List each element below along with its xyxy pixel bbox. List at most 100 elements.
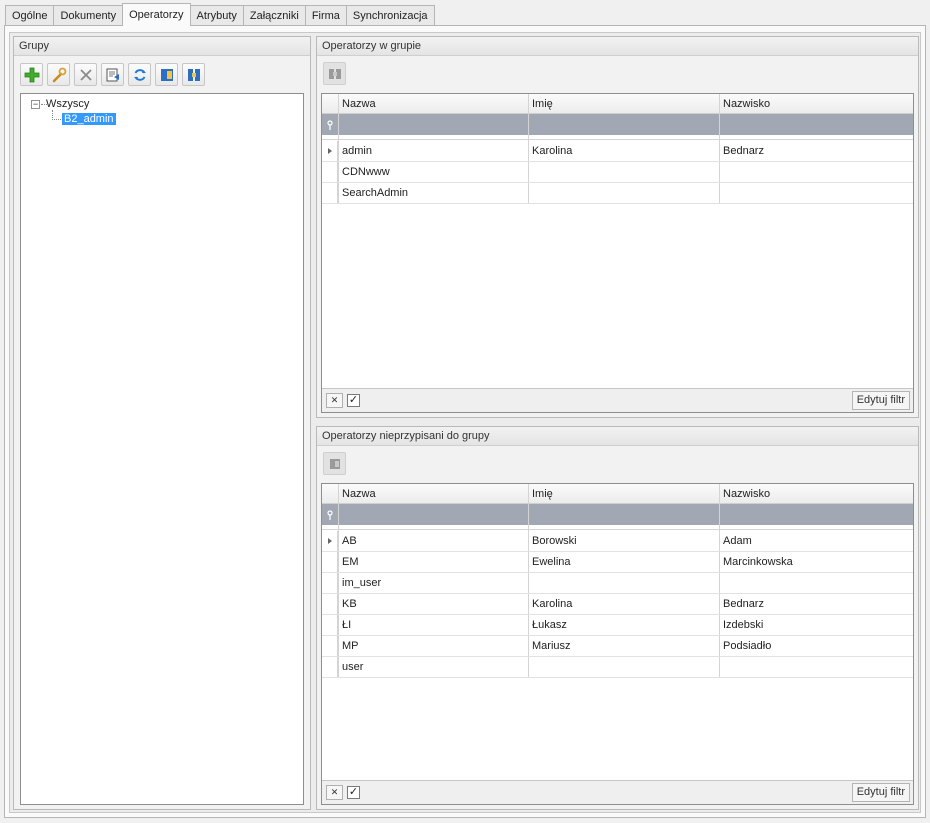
tab-page-operatorzy: Grupy − Wszyscy B2_admin Operatorzy w gr…: [4, 25, 926, 818]
collapse-expander-icon[interactable]: −: [31, 100, 40, 109]
in-group-title: Operatorzy w grupie: [317, 37, 918, 56]
groups-panel: Grupy − Wszyscy B2_admin: [13, 36, 311, 810]
cell-nazwisko: Izdebski: [723, 619, 764, 631]
not-in-group-grid: Nazwa Imię Nazwisko AB Borowski Adam EM Ewel…: [321, 483, 914, 805]
filter-pin-icon: [327, 120, 333, 130]
table-row[interactable]: EM Ewelina Marcinkowska: [322, 552, 913, 573]
row-indicator[interactable]: [322, 615, 338, 636]
cell-imie: Karolina: [532, 598, 573, 610]
tree-node-root[interactable]: Wszyscy: [46, 96, 89, 112]
remove-from-group-button[interactable]: [323, 62, 346, 85]
groups-tree[interactable]: − Wszyscy B2_admin: [20, 93, 304, 805]
tab-dokumenty[interactable]: Dokumenty: [53, 5, 124, 26]
col-header-nazwa[interactable]: Nazwa: [339, 94, 376, 114]
cell-imie: Ewelina: [532, 556, 571, 568]
table-row[interactable]: CDNwww: [322, 162, 913, 183]
col-header-nazwa[interactable]: Nazwa: [339, 484, 376, 504]
add-operator-icon: [329, 458, 340, 469]
table-row[interactable]: user: [322, 657, 913, 678]
clear-filter-button[interactable]: ✕: [326, 785, 343, 800]
tab-zalaczniki[interactable]: Załączniki: [242, 5, 306, 26]
row-indicator[interactable]: [322, 636, 338, 657]
cell-nazwisko: Marcinkowska: [723, 556, 793, 568]
cell-nazwa: CDNwww: [342, 166, 390, 178]
filter-enabled-checkbox[interactable]: ✓: [347, 394, 360, 407]
assign-icon: [187, 68, 200, 81]
refresh-button[interactable]: [128, 63, 151, 86]
row-indicator[interactable]: [322, 657, 338, 678]
col-header-nazwisko[interactable]: Nazwisko: [720, 484, 770, 504]
row-indicator[interactable]: [322, 594, 338, 615]
grid-separator: [322, 525, 913, 530]
tab-operatorzy[interactable]: Operatorzy: [122, 3, 191, 26]
assign-button[interactable]: [182, 63, 205, 86]
cell-nazwa: SearchAdmin: [342, 187, 409, 199]
cell-nazwa: admin: [342, 145, 372, 157]
cell-nazwisko: Podsiadło: [723, 640, 772, 652]
cell-nazwa: AB: [342, 535, 357, 547]
tree-node-label: B2_admin: [62, 113, 116, 125]
tree-node-b2-admin[interactable]: B2_admin: [62, 111, 116, 127]
cell-nazwisko: Bednarz: [723, 145, 764, 157]
auto-filter-row[interactable]: [322, 504, 913, 525]
import-icon: [160, 68, 173, 81]
col-header-imie[interactable]: Imię: [529, 94, 553, 114]
grid-footer: ✕ ✓ Edytuj filtr: [322, 780, 913, 804]
groups-panel-title: Grupy: [14, 37, 310, 56]
tab-atrybuty[interactable]: Atrybuty: [189, 5, 244, 26]
not-in-group-toolbar: [323, 452, 350, 475]
add-group-button[interactable]: [20, 63, 43, 86]
table-row[interactable]: SearchAdmin: [322, 183, 913, 204]
table-row[interactable]: admin Karolina Bednarz: [322, 141, 913, 162]
cell-nazwa: MP: [342, 640, 359, 652]
grid-header: Nazwa Imię Nazwisko: [322, 484, 913, 504]
refresh-icon: [133, 68, 146, 81]
operators-not-in-group-panel: Operatorzy nieprzypisani do grupy Nazwa …: [316, 426, 919, 810]
filter-enabled-checkbox[interactable]: ✓: [347, 786, 360, 799]
col-header-imie[interactable]: Imię: [529, 484, 553, 504]
edit-filter-button[interactable]: Edytuj filtr: [851, 783, 910, 802]
tab-firma[interactable]: Firma: [304, 5, 347, 26]
row-indicator[interactable]: [322, 162, 338, 183]
grid-footer: ✕ ✓ Edytuj filtr: [322, 388, 913, 412]
edit-wrench-icon: [52, 67, 66, 82]
delete-group-button[interactable]: [74, 63, 97, 86]
cell-imie: Karolina: [532, 145, 573, 157]
row-indicator[interactable]: [322, 531, 338, 552]
table-row[interactable]: KB Karolina Bednarz: [322, 594, 913, 615]
edit-filter-button[interactable]: Edytuj filtr: [851, 391, 910, 410]
cell-imie: Łukasz: [532, 619, 567, 631]
tab-ogolne[interactable]: Ogólne: [5, 5, 55, 26]
import-button[interactable]: [155, 63, 178, 86]
operators-in-group-panel: Operatorzy w grupie Nazwa Imię Nazwisko …: [316, 36, 919, 418]
cell-imie: Borowski: [532, 535, 577, 547]
auto-filter-row[interactable]: [322, 114, 913, 135]
cell-nazwa: ŁI: [342, 619, 352, 631]
row-indicator[interactable]: [322, 552, 338, 573]
tab-strip: Ogólne Dokumenty Operatorzy Atrybuty Zał…: [5, 3, 435, 26]
table-row[interactable]: MP Mariusz Podsiadło: [322, 636, 913, 657]
cell-imie: Mariusz: [532, 640, 571, 652]
grid-separator: [322, 135, 913, 140]
add-to-group-button[interactable]: [323, 452, 346, 475]
tree-connector: [52, 119, 61, 120]
cell-nazwa: im_user: [342, 577, 382, 589]
clear-filter-button[interactable]: ✕: [326, 393, 343, 408]
current-row-arrow-icon: [328, 148, 332, 154]
row-indicator[interactable]: [322, 183, 338, 204]
col-header-nazwisko[interactable]: Nazwisko: [720, 94, 770, 114]
not-in-group-title: Operatorzy nieprzypisani do grupy: [317, 427, 918, 446]
export-button[interactable]: [101, 63, 124, 86]
table-row[interactable]: ŁI Łukasz Izdebski: [322, 615, 913, 636]
delete-x-icon: [79, 68, 92, 81]
row-indicator[interactable]: [322, 573, 338, 594]
table-row[interactable]: im_user: [322, 573, 913, 594]
tab-synchronizacja[interactable]: Synchronizacja: [345, 5, 435, 26]
row-indicator[interactable]: [322, 141, 338, 162]
cell-nazwisko: Bednarz: [723, 598, 764, 610]
table-row[interactable]: AB Borowski Adam: [322, 531, 913, 552]
grid-header: Nazwa Imię Nazwisko: [322, 94, 913, 114]
edit-group-button[interactable]: [47, 63, 70, 86]
groups-toolbar: [20, 63, 209, 86]
in-group-toolbar: [323, 62, 350, 85]
